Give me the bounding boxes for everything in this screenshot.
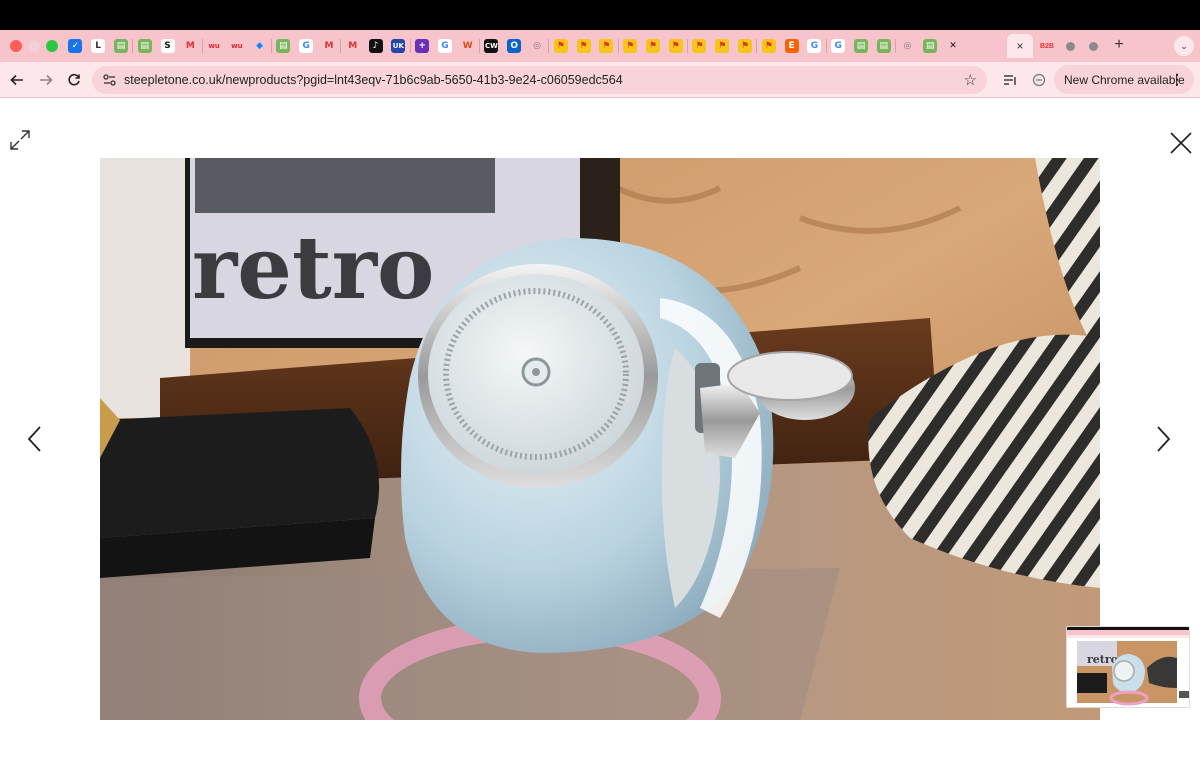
tab-wa-21[interactable]: ◎: [530, 39, 545, 53]
active-tab-close-button[interactable]: ×: [1007, 34, 1033, 58]
b2b-icon: B2B: [1039, 42, 1054, 50]
tab-UK-15[interactable]: UK: [391, 39, 406, 53]
apple-icon: [1088, 41, 1098, 51]
tab-tiktok-14[interactable]: ♪: [368, 39, 383, 53]
tab-search-button[interactable]: ⌄: [1174, 36, 1194, 56]
tab-flag-27[interactable]: ⚑: [668, 39, 683, 53]
next-image-arrow-icon[interactable]: [1153, 424, 1173, 454]
tab-separator: [201, 39, 203, 53]
previous-image-arrow-icon[interactable]: [25, 424, 45, 454]
tab-shopify-35[interactable]: ▤: [853, 39, 868, 53]
expand-icon[interactable]: [8, 128, 32, 152]
tab-separator: [687, 39, 689, 53]
tab-shopify-36[interactable]: ▤: [876, 39, 891, 53]
tab-flag-31[interactable]: ⚑: [761, 39, 776, 53]
tab-flag-25[interactable]: ⚑: [623, 39, 638, 53]
image-thumbnail[interactable]: retro: [1066, 626, 1190, 708]
tab-L-2[interactable]: L: [91, 39, 106, 53]
window-top-bar: [0, 0, 1200, 30]
tab-flag-24[interactable]: ⚑: [599, 39, 614, 53]
arrow-right-icon: [40, 74, 53, 86]
browser-toolbar: steepletone.co.uk/newproducts?pgid=lnt43…: [0, 62, 1200, 98]
photo-sign-text: retro: [192, 218, 434, 319]
tab-G-33[interactable]: G: [807, 39, 822, 53]
forward-button[interactable]: [35, 69, 57, 91]
tab-separator: [132, 39, 134, 53]
tab-mail-1[interactable]: ✓: [68, 39, 83, 53]
close-lightbox-icon[interactable]: [1168, 130, 1194, 156]
tab-wu-8[interactable]: wu: [229, 39, 244, 53]
reload-icon: [68, 73, 80, 86]
tab-separator: [617, 39, 619, 53]
tab-flag-30[interactable]: ⚑: [738, 39, 753, 53]
back-button[interactable]: [6, 69, 28, 91]
tab-G-11[interactable]: G: [299, 39, 314, 53]
apple-icon: [1065, 41, 1075, 51]
new-tab-button[interactable]: +: [1110, 36, 1128, 54]
tab-flag-28[interactable]: ⚑: [692, 39, 707, 53]
tab-separator: [756, 39, 758, 53]
tab-separator: [340, 39, 342, 53]
tab-shopify-38[interactable]: ▤: [923, 39, 938, 53]
tab-CW-19[interactable]: CW: [484, 39, 499, 53]
tab-G-34[interactable]: G: [831, 39, 846, 53]
address-bar[interactable]: steepletone.co.uk/newproducts?pgid=lnt43…: [92, 66, 987, 94]
tab-shopify-10[interactable]: ▤: [276, 39, 291, 53]
tab-shopify-4[interactable]: ▤: [137, 39, 152, 53]
tab-wa-37[interactable]: ◎: [900, 39, 915, 53]
update-label: New Chrome available: [1064, 72, 1185, 87]
product-photo: retro: [100, 158, 1100, 720]
tab-S-5[interactable]: S: [160, 39, 175, 53]
reading-list-icon[interactable]: [1001, 71, 1019, 89]
more-menu-icon: ⋮: [1170, 71, 1184, 87]
tab-plus-16[interactable]: +: [415, 39, 430, 53]
tab-flag-23[interactable]: ⚑: [576, 39, 591, 53]
tab-E-32[interactable]: E: [784, 39, 799, 53]
new-chrome-available-button[interactable]: New Chrome available ⋮: [1054, 65, 1194, 94]
tab-separator: [825, 39, 827, 53]
extension-icon[interactable]: [1030, 71, 1048, 89]
reload-button[interactable]: [63, 69, 85, 91]
tab-flag-29[interactable]: ⚑: [715, 39, 730, 53]
tab-b2b[interactable]: B2B: [1037, 38, 1057, 54]
minimize-window-button[interactable]: [28, 40, 40, 52]
tab-M-6[interactable]: M: [183, 39, 198, 53]
bookmark-star-icon[interactable]: ☆: [964, 71, 977, 89]
tab-W-18[interactable]: W: [460, 39, 475, 53]
tab-X-39[interactable]: ✕: [946, 39, 961, 53]
tab-shopify-3[interactable]: ▤: [113, 39, 128, 53]
tab-outlook-20[interactable]: O: [507, 39, 522, 53]
url-text: steepletone.co.uk/newproducts?pgid=lnt43…: [124, 73, 623, 87]
tab-apple-2[interactable]: [1086, 38, 1100, 54]
tab-apple-1[interactable]: [1063, 38, 1077, 54]
tab-separator: [895, 39, 897, 53]
arrow-left-icon: [10, 74, 23, 86]
tab-flag-26[interactable]: ⚑: [645, 39, 660, 53]
tab-G-17[interactable]: G: [437, 39, 452, 53]
tab-wu-7[interactable]: wu: [207, 39, 222, 53]
zoom-window-button[interactable]: [46, 40, 58, 52]
pinned-tabs: ✓ L ▤ ▤ S Mwu wu ◆ ▤ G M M ♪ UK + G W CW O ◎ ⚑ ⚑ ⚑ ⚑ ⚑ ⚑ ⚑ ⚑ ⚑ ⚑ E G G ▤ ▤…: [64, 36, 964, 56]
tab-M-13[interactable]: M: [345, 39, 360, 53]
close-window-button[interactable]: [10, 40, 22, 52]
tab-separator: [409, 39, 411, 53]
tab-separator: [479, 39, 481, 53]
site-info-icon[interactable]: [102, 73, 116, 87]
tab-flag-22[interactable]: ⚑: [553, 39, 568, 53]
tab-separator: [271, 39, 273, 53]
tab-bluesky-9[interactable]: ◆: [252, 39, 267, 53]
tab-separator: [548, 39, 550, 53]
tab-M-12[interactable]: M: [321, 39, 336, 53]
